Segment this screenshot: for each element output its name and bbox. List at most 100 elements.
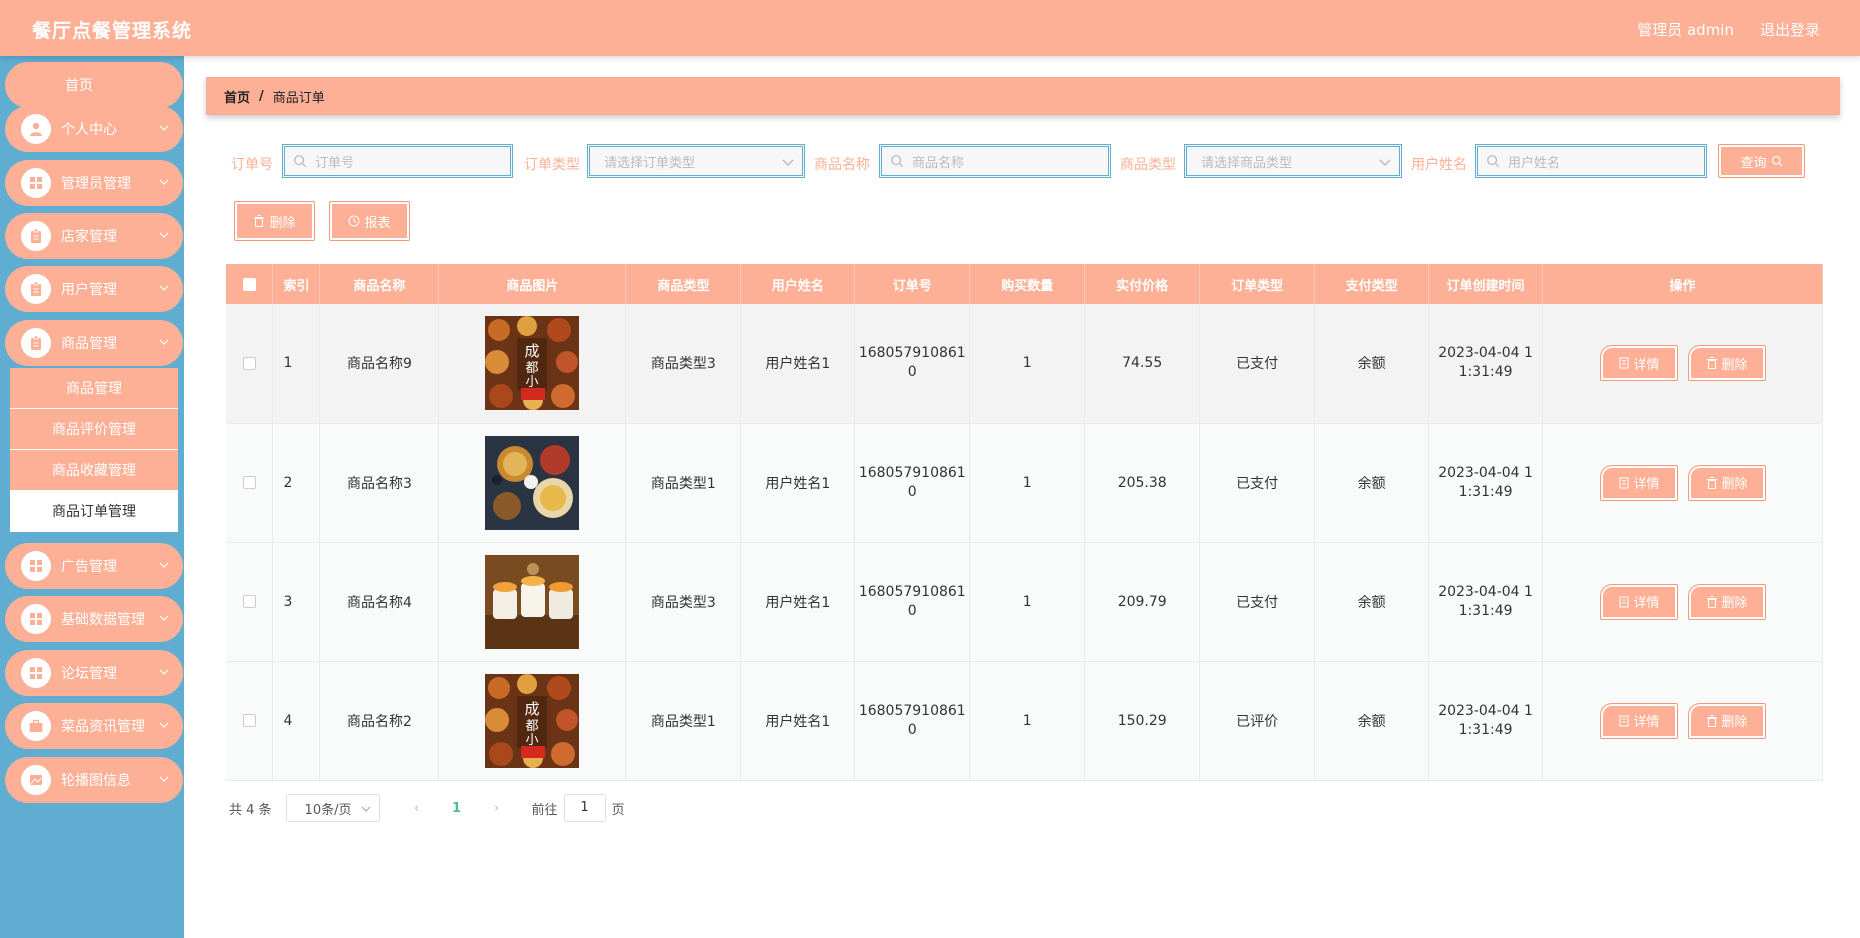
cell-created-time: 2023-04-04 1 1:31:49 [1428, 542, 1544, 662]
row-select-cell [226, 423, 274, 543]
breadcrumb-current: 商品订单 [272, 90, 325, 106]
chevron-down-icon [159, 285, 169, 291]
sidebar-item-label: 用户管理 [61, 282, 117, 298]
report-button[interactable]: 报表 [329, 201, 410, 241]
detail-button[interactable]: 详情 [1599, 464, 1678, 501]
column-header: 订单创建时间 [1428, 264, 1544, 304]
user-name-input[interactable]: 用户姓名 [1475, 144, 1707, 178]
prev-page-button[interactable]: ‹ [402, 801, 432, 816]
sidebar-item-4[interactable]: 商品管理 [5, 320, 183, 366]
chevron-down-icon [1379, 159, 1391, 167]
trash-icon [1706, 357, 1717, 370]
cell-order-type: 已支付 [1199, 542, 1316, 662]
page-suffix: 页 [611, 802, 625, 818]
cell-order-no: 168057910861 0 [854, 423, 971, 543]
trash-icon [1706, 714, 1717, 727]
cell-index: 4 [272, 661, 321, 781]
sidebar-item-label: 个人中心 [61, 122, 117, 138]
row-checkbox[interactable] [242, 356, 256, 370]
sidebar-item-7[interactable]: 论坛管理 [5, 650, 183, 696]
batch-delete-button[interactable]: 删除 [234, 201, 315, 241]
breadcrumb-separator: / [259, 88, 264, 104]
logout-link[interactable]: 退出登录 [1760, 19, 1820, 40]
chevron-down-icon [782, 159, 794, 167]
time-line-1: 2023-04-04 1 [1438, 345, 1533, 362]
sidebar-item-5[interactable]: 广告管理 [5, 543, 183, 589]
row-checkbox[interactable] [242, 595, 256, 608]
detail-button[interactable]: 详情 [1599, 583, 1678, 620]
submenu-item-goods-order[interactable]: 商品订单管理 [10, 491, 178, 532]
sidebar-item-9[interactable]: 轮播图信息 [5, 757, 183, 803]
select-all-checkbox[interactable] [242, 277, 256, 291]
delete-button[interactable]: 删除 [1687, 583, 1766, 620]
column-header: 订单号 [854, 264, 971, 304]
submenu-item-goods-review[interactable]: 商品评价管理 [10, 409, 178, 450]
submenu-item-goods[interactable]: 商品管理 [10, 368, 178, 409]
detail-label: 详情 [1633, 357, 1660, 373]
chevron-down-icon [159, 125, 169, 131]
sidebar-item-2[interactable]: 店家管理 [5, 213, 183, 259]
detail-button[interactable]: 详情 [1599, 702, 1678, 739]
cell-pay-type: 余额 [1314, 661, 1430, 781]
detail-button[interactable]: 详情 [1599, 345, 1678, 382]
order-type-select[interactable]: 请选择订单类型 [587, 144, 805, 178]
header-user-area: 管理员 admin 退出登录 [1637, 19, 1820, 40]
breadcrumb-home[interactable]: 首页 [224, 87, 250, 106]
cell-product-type: 商品类型1 [625, 661, 742, 781]
product-type-select[interactable]: 请选择商品类型 [1184, 144, 1402, 178]
top-header: 餐厅点餐管理系统 管理员 admin 退出登录 [0, 0, 1860, 56]
row-checkbox[interactable] [242, 476, 256, 489]
row-checkbox[interactable] [242, 714, 256, 727]
submenu-item-goods-favorite[interactable]: 商品收藏管理 [10, 450, 178, 491]
pagination-total: 共 4 条 [229, 802, 272, 818]
time-line-1: 2023-04-04 1 [1438, 702, 1533, 719]
sidebar-item-1[interactable]: 管理员管理 [5, 160, 183, 206]
sidebar-item-8[interactable]: 菜品资讯管理 [5, 703, 183, 749]
order-no-line-2: 0 [907, 721, 917, 738]
svg-text:都: 都 [526, 361, 539, 376]
user-name-placeholder: 用户姓名 [1508, 155, 1561, 171]
cell-price: 209.79 [1084, 542, 1201, 662]
chevron-down-icon [159, 615, 169, 621]
product-name-placeholder: 商品名称 [912, 155, 965, 171]
delete-button[interactable]: 删除 [1687, 464, 1766, 501]
cell-quantity: 1 [969, 661, 1086, 781]
document-icon [1619, 715, 1628, 726]
sidebar-item-0[interactable]: 个人中心 [5, 106, 183, 152]
cell-pay-type: 余额 [1314, 423, 1430, 543]
chevron-down-icon [159, 232, 169, 238]
app-title: 餐厅点餐管理系统 [32, 20, 193, 42]
svg-text:都: 都 [526, 719, 539, 734]
row-select-cell [226, 542, 274, 662]
cell-price: 74.55 [1084, 304, 1201, 424]
cell-price: 205.38 [1084, 423, 1201, 543]
page-size-select[interactable]: 10条/页 [285, 794, 380, 822]
page-number-current[interactable]: 1 [442, 801, 472, 816]
delete-button[interactable]: 删除 [1687, 702, 1766, 739]
time-line-1: 2023-04-04 1 [1438, 583, 1533, 600]
row-select-cell [226, 661, 274, 781]
sidebar-item-6[interactable]: 基础数据管理 [5, 596, 183, 642]
order-no-input[interactable]: 订单号 [282, 144, 513, 178]
detail-label: 详情 [1633, 477, 1660, 492]
product-name-input[interactable]: 商品名称 [879, 144, 1111, 178]
cell-product-image [438, 423, 627, 543]
goto-page-input[interactable]: 1 [563, 794, 606, 822]
document-icon [1619, 477, 1628, 488]
svg-text:成: 成 [525, 342, 540, 360]
time-line-2: 1:31:49 [1458, 602, 1513, 619]
query-button[interactable]: 查询 [1718, 144, 1805, 178]
sidebar-item-home[interactable]: 首页 [5, 62, 183, 108]
cell-product-name: 商品名称9 [319, 304, 440, 424]
svg-text:小: 小 [526, 733, 539, 748]
goods-submenu: 商品管理 商品评价管理 商品收藏管理 商品订单管理 [10, 368, 178, 532]
next-page-button[interactable]: › [482, 801, 512, 816]
column-header: 购买数量 [969, 264, 1086, 304]
chevron-down-icon [361, 806, 370, 812]
order-no-line-1: 168057910861 [858, 464, 966, 481]
delete-button[interactable]: 删除 [1687, 345, 1766, 382]
cell-user-name: 用户姓名1 [740, 661, 856, 781]
cell-quantity: 1 [969, 542, 1086, 662]
sidebar-item-3[interactable]: 用户管理 [5, 266, 183, 312]
cell-created-time: 2023-04-04 1 1:31:49 [1428, 661, 1544, 781]
